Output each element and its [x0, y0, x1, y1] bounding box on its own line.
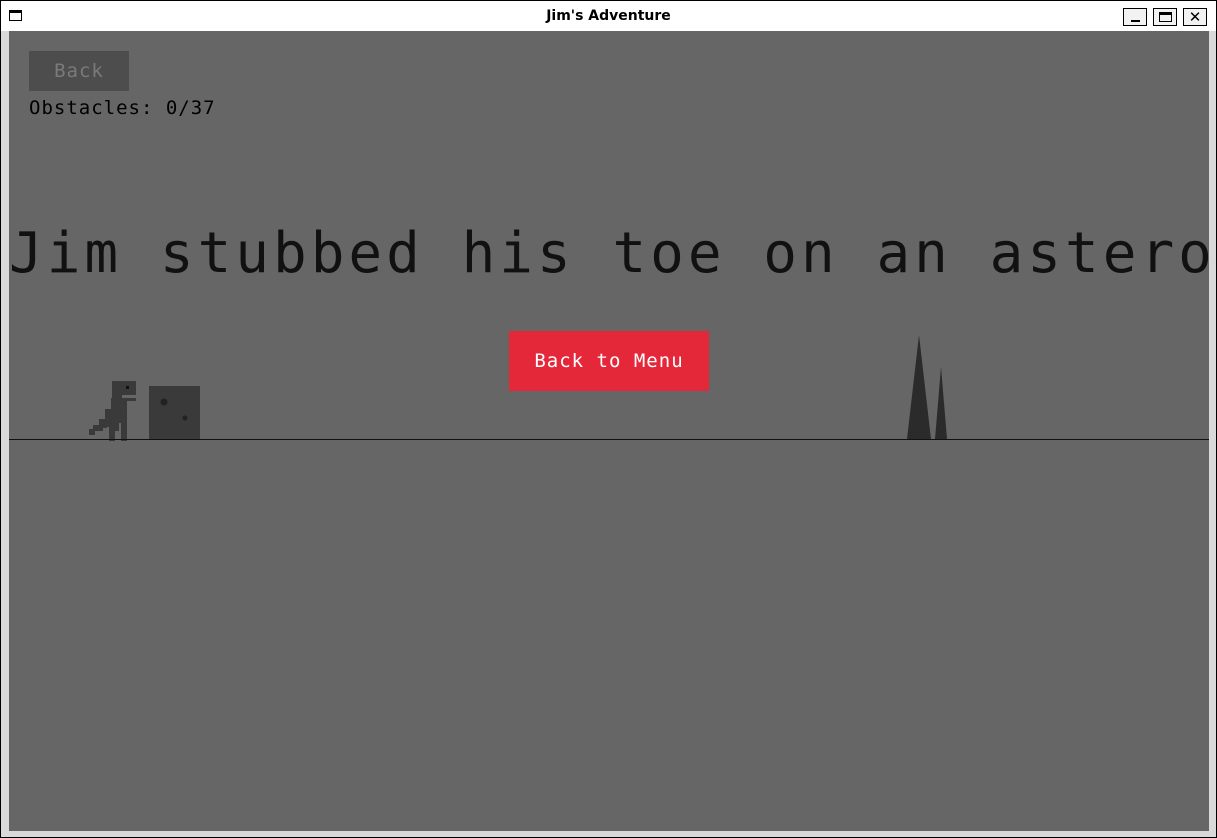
title-bar[interactable]: Jim's Adventure ✕	[1, 1, 1216, 31]
ground-line	[9, 439, 1209, 440]
game-over-message: Jim stubbed his toe on an asteroid.	[9, 221, 1209, 286]
maximize-button[interactable]	[1153, 8, 1177, 26]
spike-obstacle	[907, 335, 947, 439]
asteroid-obstacle	[149, 386, 200, 440]
back-to-menu-button[interactable]: Back to Menu	[509, 331, 709, 391]
minimize-icon	[1131, 20, 1140, 22]
maximize-icon	[1159, 12, 1172, 22]
obstacle-counter: Obstacles: 0/37	[29, 97, 216, 119]
minimize-button[interactable]	[1123, 8, 1147, 26]
game-canvas[interactable]: Back Obstacles: 0/37 Jim stubbed his toe …	[9, 31, 1209, 831]
window-title: Jim's Adventure	[546, 8, 671, 24]
obstacle-counter-label: Obstacles:	[29, 97, 154, 119]
obstacle-counter-value: 0/37	[165, 97, 216, 119]
close-icon: ✕	[1188, 8, 1202, 26]
dino-sprite	[89, 381, 136, 441]
back-button[interactable]: Back	[29, 51, 129, 91]
app-window: Jim's Adventure ✕ Back Obstacles: 0/37 Ji…	[0, 0, 1217, 838]
close-button[interactable]: ✕	[1183, 8, 1207, 26]
